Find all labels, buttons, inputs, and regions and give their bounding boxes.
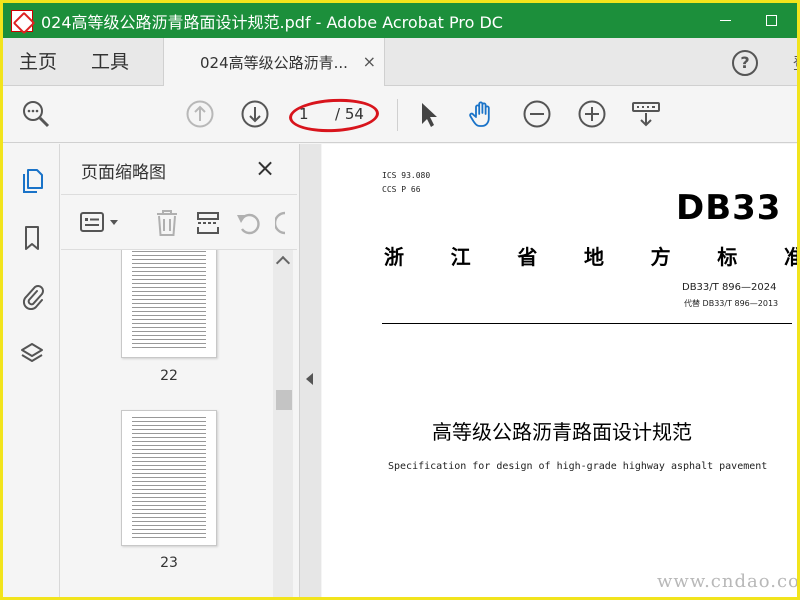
thumbnail-page-number: 22 (160, 368, 178, 384)
close-panel-icon[interactable]: × (255, 154, 275, 182)
tab-home[interactable]: 主页 (19, 38, 57, 86)
attachment-icon[interactable] (20, 282, 44, 310)
hand-icon[interactable] (467, 99, 497, 129)
collapse-left-icon[interactable] (306, 373, 313, 385)
thumbnail-options-icon[interactable] (79, 210, 123, 236)
delete-page-icon[interactable] (153, 208, 181, 238)
page-up-icon[interactable] (185, 99, 215, 129)
title-bar: 024高等级公路沥青路面设计规范.pdf - Adobe Acrobat Pro… (3, 3, 797, 38)
heading-char: 方 (650, 245, 671, 269)
document-view[interactable]: ICS 93.080 CCS P 66 DB33 浙 江 省 地 方 标 准 D… (322, 144, 797, 597)
standard-heading: 浙 江 省 地 方 标 准 (384, 241, 797, 270)
minimize-icon (719, 20, 731, 21)
toolbar-divider (397, 99, 398, 131)
replaces-code: 代替 DB33/T 896—2013 (684, 299, 779, 308)
heading-char: 准 (784, 241, 797, 270)
thumbnail-list: 22 23 (61, 250, 273, 597)
tab-bar: 主页 工具 024高等级公路沥青... × ? 登 (3, 38, 797, 86)
screenshot-frame: 024高等级公路沥青路面设计规范.pdf - Adobe Acrobat Pro… (0, 0, 800, 600)
zoom-out-icon[interactable] (522, 99, 552, 129)
heading-char: 地 (583, 245, 604, 269)
collapse-panel-strip[interactable] (299, 144, 321, 597)
maximize-button[interactable] (751, 3, 791, 38)
left-navigation-rail (3, 144, 60, 597)
annotation-ellipse (288, 96, 380, 135)
page-down-icon[interactable] (240, 99, 270, 129)
page-thumbnail[interactable] (121, 410, 217, 546)
extract-pages-icon[interactable] (195, 209, 221, 237)
document-subtitle: Specification for design of high-grade h… (388, 461, 768, 472)
minimize-button[interactable] (705, 3, 745, 38)
scroll-up-icon[interactable] (275, 255, 291, 271)
watermark: www.cndao.com (657, 571, 797, 592)
panel-title: 页面缩略图 (81, 163, 166, 183)
ccs-code: CCS P 66 (382, 185, 421, 194)
rotate-page-icon[interactable] (235, 209, 263, 237)
search-icon[interactable] (21, 99, 51, 129)
thumbnail-toolbar (61, 194, 297, 250)
heading-char: 标 (717, 245, 738, 269)
maximize-icon (765, 15, 777, 26)
close-tab-icon[interactable]: × (363, 52, 376, 71)
page-thumbnails-icon[interactable] (20, 166, 44, 194)
tab-document[interactable]: 024高等级公路沥青... × (163, 38, 385, 86)
thumbnail-scrollbar[interactable] (273, 250, 293, 597)
document-tab-label: 024高等级公路沥青... (200, 53, 348, 72)
help-icon[interactable]: ? (732, 50, 758, 76)
scrollbar-thumb[interactable] (276, 390, 292, 410)
rotate-clockwise-icon[interactable] (275, 209, 289, 237)
standard-badge: DB33 (676, 188, 782, 228)
ics-code: ICS 93.080 (382, 171, 431, 180)
document-title: 高等级公路沥青路面设计规范 (432, 420, 692, 444)
header-rule (382, 323, 792, 324)
tab-tools[interactable]: 工具 (91, 38, 129, 86)
standard-code: DB33/T 896—2024 (682, 282, 777, 293)
zoom-in-icon[interactable] (577, 99, 607, 129)
thumbnails-panel: 页面缩略图 × 22 23 (61, 144, 297, 597)
thumbnail-page-number: 23 (160, 555, 178, 571)
keyboard-icon[interactable] (631, 99, 661, 129)
acrobat-logo-icon (11, 9, 33, 32)
bookmark-icon[interactable] (20, 224, 44, 252)
window-title: 024高等级公路沥青路面设计规范.pdf - Adobe Acrobat Pro… (41, 12, 503, 32)
page-thumbnail[interactable] (121, 250, 217, 358)
sign-in-button[interactable]: 登 (793, 50, 797, 74)
heading-char: 省 (517, 245, 538, 269)
main-toolbar: 1 / 54 (3, 87, 797, 143)
select-arrow-icon[interactable] (413, 99, 443, 129)
layers-icon[interactable] (20, 340, 44, 368)
heading-char: 浙 (384, 245, 404, 269)
heading-char: 江 (450, 245, 471, 269)
